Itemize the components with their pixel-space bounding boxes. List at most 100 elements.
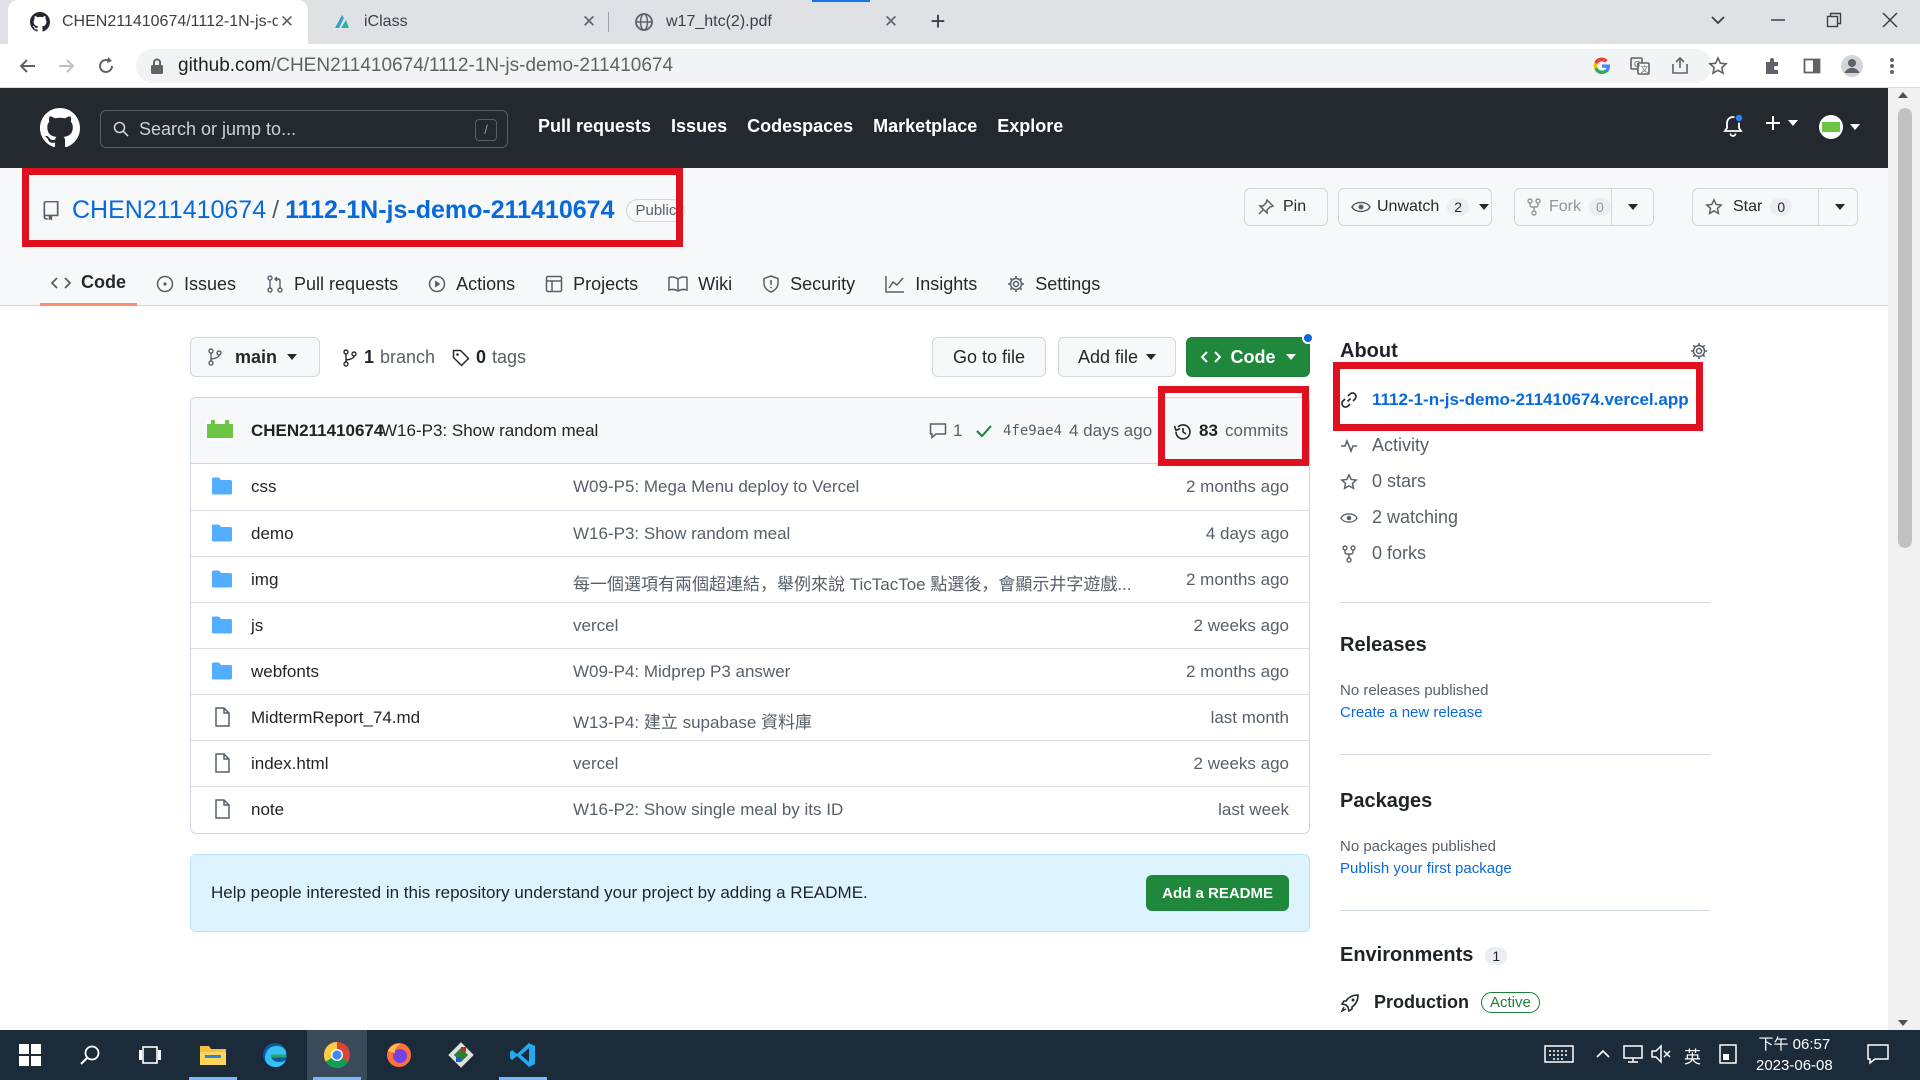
create-release-link[interactable]: Create a new release [1340,704,1483,721]
branches-link[interactable]: 1 branch [342,347,435,368]
file-commit-message[interactable]: W13-P4: 建立 supabase 資料庫 [573,708,1143,733]
fork-dropdown-button[interactable] [1611,189,1650,225]
restore-window-button[interactable] [1804,0,1864,40]
address-bar[interactable]: github.com/CHEN211410674/1112-1N-js-demo… [136,49,1728,83]
watchers-link[interactable]: 2 watching [1340,507,1458,528]
close-tab-icon[interactable]: ✕ [278,13,296,31]
file-name[interactable]: index.html [251,754,328,774]
file-row[interactable]: note W16-P2: Show single meal by its ID … [191,786,1309,832]
go-to-file-button[interactable]: Go to file [932,337,1046,377]
system-clock[interactable]: 下午 06:57 2023-06-08 [1756,1034,1833,1076]
pin-button[interactable]: Pin [1244,188,1328,226]
branch-selector[interactable]: main [190,337,320,377]
tab-code[interactable]: Code [40,262,137,306]
file-name[interactable]: img [251,570,278,590]
file-name[interactable]: MidtermReport_74.md [251,708,420,728]
tab-projects[interactable]: Projects [534,262,649,306]
scroll-up-arrow-icon[interactable] [1898,92,1908,98]
file-name[interactable]: demo [251,524,294,544]
nav-codespaces[interactable]: Codespaces [747,116,853,137]
github-logo-icon[interactable] [40,108,80,148]
stars-link[interactable]: 0 stars [1340,471,1426,492]
tab-security[interactable]: Security [751,262,866,306]
tags-link[interactable]: 0 tags [452,347,526,368]
notification-center-icon[interactable] [1866,1043,1890,1065]
file-row[interactable]: index.html vercel 2 weeks ago [191,740,1309,786]
new-tab-button[interactable]: + [922,6,954,38]
chevron-up-icon[interactable] [1596,1043,1610,1065]
star-list-dropdown-button[interactable] [1818,189,1857,225]
commit-sha[interactable]: 4fe9ae4 [1003,423,1062,439]
file-commit-message[interactable]: 每一個選項有兩個超連結，舉例來說 TicTacToe 點選後，會顯示井字遊戲..… [573,570,1143,595]
gear-icon[interactable] [1690,342,1708,360]
fork-button[interactable]: Fork 0 [1515,189,1611,225]
file-commit-message[interactable]: vercel [573,616,1143,636]
file-explorer-app[interactable] [183,1030,243,1080]
nav-issues[interactable]: Issues [671,116,727,137]
translate-icon[interactable]: G文 [1628,54,1652,78]
commit-message[interactable]: W16-P3: Show random meal [381,421,598,441]
close-window-button[interactable] [1860,0,1920,40]
chrome-app[interactable] [307,1030,367,1080]
taskbar-search-button[interactable] [60,1030,120,1080]
tab-pull-requests[interactable]: Pull requests [255,262,409,306]
environments-heading-row[interactable]: Environments 1 [1340,944,1508,967]
browser-tab-github[interactable]: CHEN211410674/1112-1N-js-d ✕ [8,0,308,44]
file-name[interactable]: webfonts [251,662,319,682]
check-icon[interactable] [975,423,993,439]
task-view-button[interactable] [120,1030,180,1080]
file-commit-message[interactable]: W09-P5: Mega Menu deploy to Vercel [573,477,1143,497]
tab-issues[interactable]: Issues [145,262,247,306]
file-row[interactable]: webfonts W09-P4: Midprep P3 answer 2 mon… [191,648,1309,694]
firefox-app[interactable] [369,1030,429,1080]
packages-heading[interactable]: Packages [1340,790,1432,813]
scroll-down-arrow-icon[interactable] [1898,1020,1908,1026]
browser-tab-iclass[interactable]: iClass ✕ [310,0,610,44]
notifications-bell-icon[interactable] [1722,114,1744,138]
bookmark-star-icon[interactable] [1706,54,1730,78]
ime-indicator[interactable]: 英 [1684,1043,1701,1068]
reload-button[interactable] [92,52,120,80]
file-commit-message[interactable]: vercel [573,754,1143,774]
comment-count[interactable]: 1 [953,421,962,441]
add-file-button[interactable]: Add file [1058,337,1176,377]
start-button[interactable] [0,1030,60,1080]
file-row[interactable]: js vercel 2 weeks ago [191,602,1309,648]
code-dropdown-button[interactable]: Code [1186,337,1310,377]
file-row[interactable]: demo W16-P3: Show random meal 4 days ago [191,510,1309,556]
git-app[interactable] [431,1030,491,1080]
profile-avatar-icon[interactable] [1838,52,1866,80]
tab-search-chevron-icon[interactable] [1688,0,1748,40]
back-button[interactable] [14,52,42,80]
ime-mode-icon[interactable] [1718,1043,1738,1065]
add-readme-button[interactable]: Add a README [1146,875,1289,911]
volume-muted-icon[interactable] [1650,1043,1672,1065]
file-row[interactable]: MidtermReport_74.md W13-P4: 建立 supabase … [191,694,1309,740]
file-row[interactable]: img 每一個選項有兩個超連結，舉例來說 TicTacToe 點選後，會顯示井字… [191,556,1309,602]
create-new-dropdown[interactable] [1764,114,1798,132]
environment-production[interactable]: Production Active [1340,992,1540,1013]
vscode-app[interactable] [493,1030,553,1080]
file-commit-message[interactable]: W09-P4: Midprep P3 answer [573,662,1143,682]
google-icon[interactable] [1590,54,1614,78]
close-tab-icon[interactable]: ✕ [580,13,598,31]
nav-marketplace[interactable]: Marketplace [873,116,977,137]
forks-link[interactable]: 0 forks [1340,543,1426,564]
tab-wiki[interactable]: Wiki [657,262,743,306]
publish-package-link[interactable]: Publish your first package [1340,860,1512,877]
file-commit-message[interactable]: W16-P3: Show random meal [573,524,1143,544]
side-panel-icon[interactable] [1798,52,1826,80]
file-name[interactable]: css [251,477,277,497]
tab-insights[interactable]: Insights [874,262,988,306]
page-scrollbar[interactable] [1888,88,1920,1030]
nav-pull-requests[interactable]: Pull requests [538,116,651,137]
tab-settings[interactable]: Settings [996,262,1111,306]
keyboard-icon[interactable] [1544,1043,1574,1065]
file-name[interactable]: js [251,616,263,636]
search-input[interactable]: Search or jump to... / [100,110,508,148]
user-menu-dropdown[interactable] [1818,114,1860,140]
tab-actions[interactable]: Actions [417,262,526,306]
releases-heading[interactable]: Releases [1340,634,1427,657]
browser-menu-icon[interactable] [1878,52,1906,80]
share-icon[interactable] [1668,54,1692,78]
